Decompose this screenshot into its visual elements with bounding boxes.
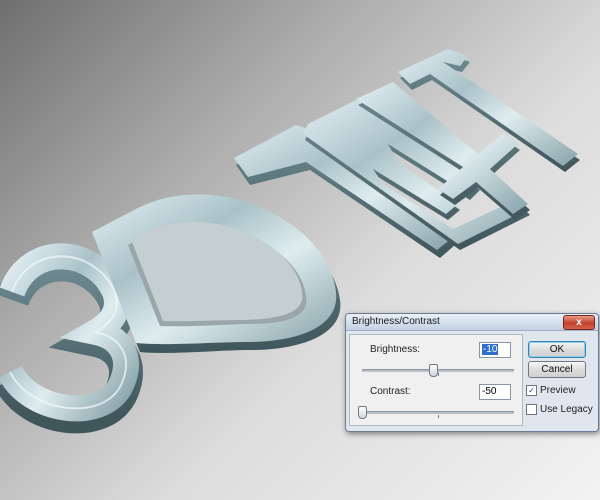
brightness-center-tick xyxy=(438,373,439,376)
checkmark-icon: ✓ xyxy=(528,385,535,395)
close-button[interactable]: x xyxy=(563,315,595,330)
brightness-slider-thumb[interactable] xyxy=(428,364,438,377)
dialog-title: Brightness/Contrast xyxy=(352,316,440,327)
legacy-option[interactable]: Use Legacy xyxy=(526,404,593,415)
brightness-value: -10 xyxy=(482,344,499,355)
preview-label: Preview xyxy=(540,385,576,396)
contrast-center-tick xyxy=(438,415,439,418)
brightness-contrast-dialog: Brightness/Contrast x Brightness: -10 Co… xyxy=(345,313,599,432)
brightness-input[interactable]: -10 xyxy=(479,342,511,358)
contrast-slider-thumb[interactable] xyxy=(358,406,367,419)
contrast-label: Contrast: xyxy=(370,386,411,397)
brightness-slider-track[interactable] xyxy=(362,369,514,372)
contrast-value: -50 xyxy=(482,386,497,397)
ok-button[interactable]: OK xyxy=(528,341,586,358)
close-icon: x xyxy=(576,316,582,328)
dialog-titlebar[interactable]: Brightness/Contrast x xyxy=(346,314,598,331)
brightness-label: Brightness: xyxy=(370,344,421,355)
contrast-slider-track[interactable] xyxy=(362,411,514,414)
use-legacy-checkbox[interactable] xyxy=(526,404,537,415)
letter-3 xyxy=(0,243,143,434)
preview-option[interactable]: ✓ Preview xyxy=(526,385,576,396)
contrast-input[interactable]: -50 xyxy=(479,384,511,400)
use-legacy-label: Use Legacy xyxy=(540,404,593,415)
preview-checkbox[interactable]: ✓ xyxy=(526,385,537,396)
adjustments-panel: Brightness: -10 Contrast: -50 xyxy=(349,334,523,426)
cancel-button[interactable]: Cancel xyxy=(528,361,586,378)
